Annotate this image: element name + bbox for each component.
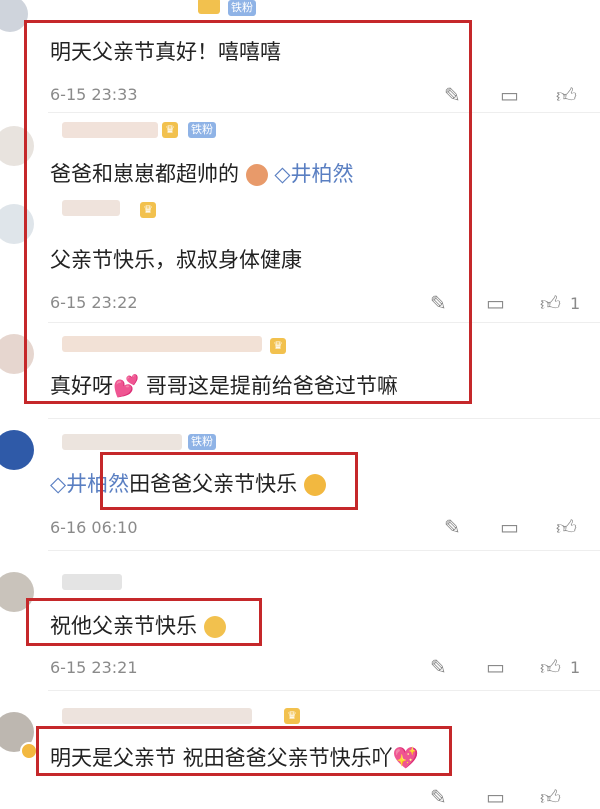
comment-icon[interactable]: ▭ (500, 84, 519, 106)
like-count: 1 (570, 658, 581, 677)
crown-icon: ♛ (284, 708, 300, 724)
divider (48, 550, 600, 551)
repost-icon[interactable]: ✎ (430, 786, 447, 808)
like-icon[interactable]: 👍︎ (556, 84, 577, 106)
divider (48, 690, 600, 691)
repost-icon[interactable]: ✎ (430, 656, 447, 678)
comment-icon[interactable]: ▭ (500, 516, 519, 538)
like-icon[interactable]: 👍︎ (540, 656, 561, 678)
highlight-box (36, 726, 452, 776)
highlight-box (24, 20, 472, 404)
highlight-box (100, 452, 358, 510)
repost-icon[interactable]: ✎ (444, 516, 461, 538)
fan-badge: 铁粉 (188, 434, 216, 450)
diamond-icon: ◇ (50, 472, 67, 496)
comment-icon[interactable]: ▭ (486, 292, 505, 314)
username-blurred[interactable] (62, 708, 252, 724)
comment-time: 6-16 06:10 (50, 518, 138, 537)
comment-icon[interactable]: ▭ (486, 656, 505, 678)
highlight-box (26, 598, 262, 646)
like-icon[interactable]: 👍︎ (540, 292, 561, 314)
username-blurred[interactable] (62, 574, 122, 590)
like-icon[interactable]: 👍︎ (556, 516, 577, 538)
comment-icon[interactable]: ▭ (486, 786, 505, 808)
avatar[interactable] (0, 430, 34, 470)
like-icon[interactable]: 👍︎ (540, 786, 561, 808)
divider (48, 418, 600, 419)
username-blurred[interactable] (198, 0, 220, 14)
fan-badge: 铁粉 (228, 0, 256, 16)
username-blurred[interactable] (62, 434, 182, 450)
like-count: 1 (570, 294, 581, 313)
comment-time: 6-15 23:21 (50, 658, 138, 677)
